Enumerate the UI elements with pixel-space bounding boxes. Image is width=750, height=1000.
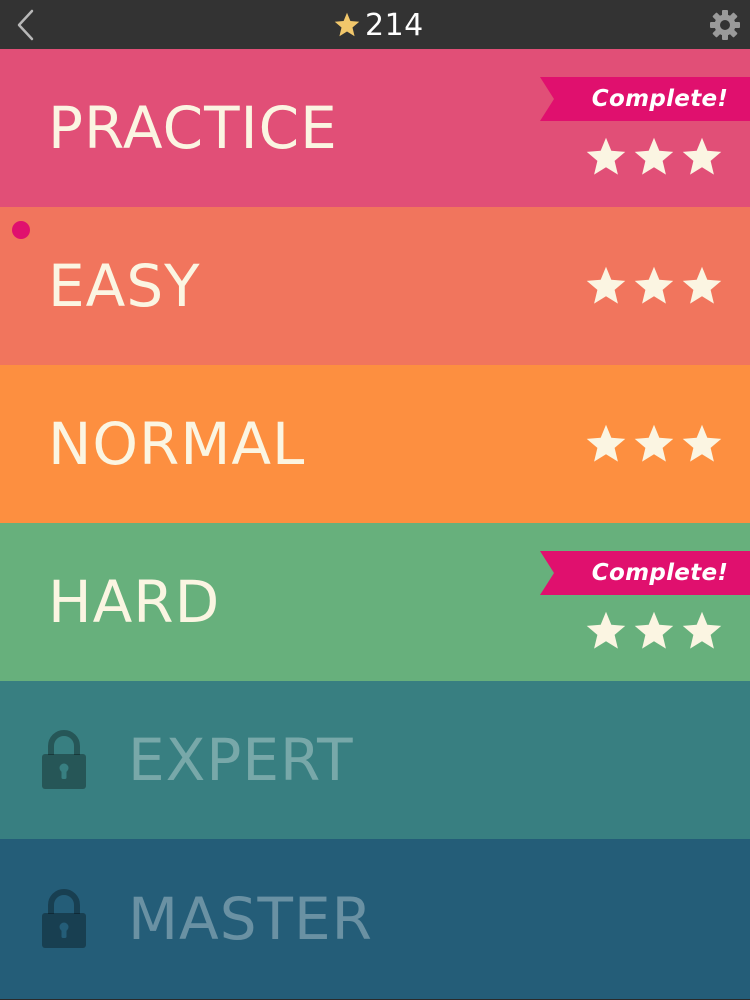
star-icon <box>586 424 626 462</box>
star-icon <box>682 266 722 304</box>
star-icon <box>682 424 722 462</box>
lock-icon <box>42 730 86 789</box>
star-icon <box>586 266 626 304</box>
settings-button[interactable] <box>708 8 742 42</box>
complete-badge-label: Complete! <box>591 560 729 586</box>
level-row-easy[interactable]: EASY <box>0 207 750 365</box>
level-list: PRACTICE Complete! EASY NORMAL HARD Complete!… <box>0 49 750 999</box>
star-rating <box>584 135 724 179</box>
level-name: NORMAL <box>48 410 306 478</box>
star-icon <box>634 266 674 304</box>
star-rating <box>584 609 724 653</box>
level-row-master: MASTER <box>0 839 750 999</box>
complete-badge: Complete! <box>540 77 750 121</box>
level-row-hard[interactable]: HARD Complete! <box>0 523 750 681</box>
lock-icon <box>42 889 86 948</box>
star-icon <box>634 611 674 649</box>
chevron-left-icon <box>17 9 34 41</box>
level-name: MASTER <box>128 885 373 953</box>
back-button[interactable] <box>14 8 38 42</box>
star-icon <box>682 611 722 649</box>
star-icon <box>586 611 626 649</box>
star-icon <box>634 424 674 462</box>
level-row-normal[interactable]: NORMAL <box>0 365 750 523</box>
level-row-expert: EXPERT <box>0 681 750 839</box>
star-icon <box>682 137 722 175</box>
level-name: EASY <box>48 252 201 320</box>
complete-badge: Complete! <box>540 551 750 595</box>
level-row-practice[interactable]: PRACTICE Complete! <box>0 49 750 207</box>
star-total: 214 <box>333 6 424 44</box>
gear-icon <box>710 10 740 40</box>
current-level-indicator <box>12 221 30 239</box>
top-bar: 214 <box>0 0 750 49</box>
level-name: PRACTICE <box>48 94 338 162</box>
star-icon <box>334 12 360 37</box>
complete-badge-label: Complete! <box>591 86 729 112</box>
star-rating <box>584 422 724 466</box>
star-total-count: 214 <box>365 7 424 43</box>
star-rating <box>584 264 724 308</box>
level-name: HARD <box>48 568 221 636</box>
level-name: EXPERT <box>128 726 354 794</box>
star-icon <box>634 137 674 175</box>
star-icon <box>586 137 626 175</box>
